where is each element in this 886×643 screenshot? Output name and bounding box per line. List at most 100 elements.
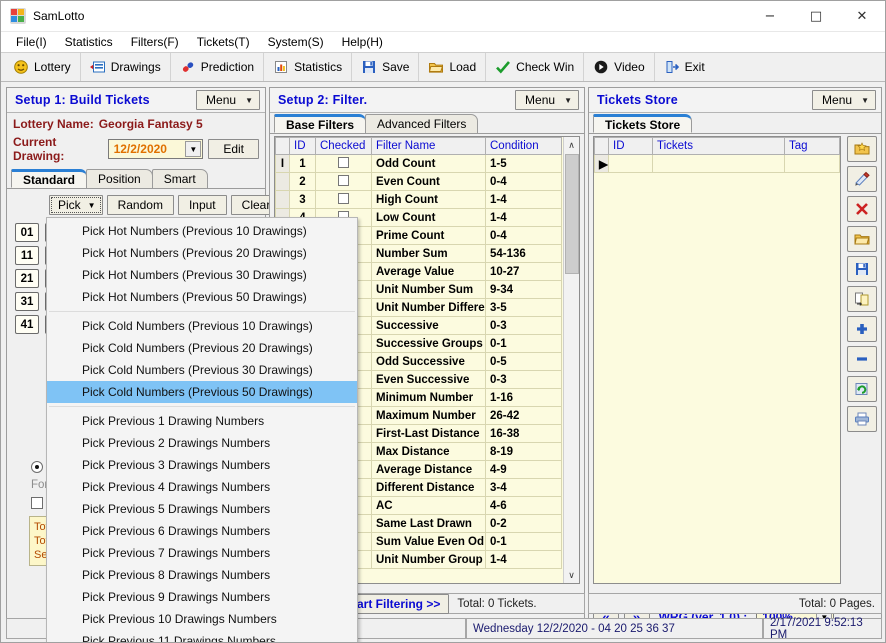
number-cell[interactable]: 41 (15, 315, 39, 334)
cell-condition[interactable]: 1-4 (485, 208, 562, 227)
col-checked-header[interactable]: Checked (315, 137, 372, 155)
cell-condition[interactable]: 0-4 (485, 172, 562, 191)
cell-condition[interactable]: 0-3 (485, 316, 562, 335)
menu-item[interactable]: Pick Hot Numbers (Previous 30 Drawings) (47, 264, 357, 286)
tab-smart[interactable]: Smart (151, 169, 208, 188)
cell-condition[interactable]: 0-5 (485, 352, 562, 371)
menu-item[interactable]: Pick Previous 3 Drawings Numbers (47, 454, 357, 476)
toolbar-prediction-button[interactable]: Prediction (171, 53, 265, 81)
menu-item[interactable]: Pick Previous 9 Drawings Numbers (47, 586, 357, 608)
toolbar-lottery-button[interactable]: Lottery (4, 53, 81, 81)
cell-condition[interactable]: 0-4 (485, 226, 562, 245)
new-ticket-icon[interactable] (847, 136, 877, 162)
tab-standard[interactable]: Standard (11, 169, 88, 188)
copy-page-icon[interactable] (847, 286, 877, 312)
number-cell[interactable]: 31 (15, 292, 39, 311)
menu-item[interactable]: Pick Cold Numbers (Previous 20 Drawings) (47, 337, 357, 359)
col-id-header[interactable]: ID (608, 137, 653, 155)
menu-system[interactable]: System(S) (259, 33, 333, 51)
menu-help[interactable]: Help(H) (333, 33, 392, 51)
cell-condition[interactable]: 3-5 (485, 298, 562, 317)
maximize-icon[interactable]: □ (793, 1, 839, 31)
cell-checked-checkbox[interactable] (315, 190, 372, 209)
menu-item[interactable]: Pick Cold Numbers (Previous 50 Drawings) (47, 381, 357, 403)
cell-condition[interactable]: 1-4 (485, 550, 562, 569)
advanced-checkbox[interactable] (31, 497, 43, 509)
cell-checked-checkbox[interactable] (315, 154, 372, 173)
minimize-icon[interactable]: − (747, 1, 793, 31)
current-drawing-select[interactable]: 12/2/2020 ▼ (107, 139, 204, 159)
cell-condition[interactable]: 4-9 (485, 460, 562, 479)
cell-condition[interactable]: 16-38 (485, 424, 562, 443)
checkbox-icon[interactable] (338, 174, 349, 186)
cell-condition[interactable]: 0-1 (485, 334, 562, 353)
tab-advanced-filters[interactable]: Advanced Filters (365, 114, 479, 133)
toolbar-statistics-button[interactable]: Statistics (264, 53, 353, 81)
table-row[interactable]: I 1 Odd Count 1-5 (275, 154, 562, 173)
save-floppy-icon[interactable] (847, 256, 877, 282)
table-row[interactable]: 3 High Count 1-4 (275, 190, 562, 209)
cell-condition[interactable]: 0-3 (485, 370, 562, 389)
menu-item[interactable]: Pick Previous 8 Drawings Numbers (47, 564, 357, 586)
cell-condition[interactable]: 1-5 (485, 154, 562, 173)
tickets-store-menu-button[interactable]: Menu ▼ (812, 90, 876, 110)
menu-file[interactable]: File(I) (7, 33, 56, 51)
number-cell[interactable]: 01 (15, 223, 39, 242)
chevron-down-icon[interactable]: ▼ (185, 141, 202, 157)
menu-item[interactable]: Pick Cold Numbers (Previous 10 Drawings) (47, 315, 357, 337)
filters-scrollbar[interactable]: ∧ ∨ (563, 137, 579, 583)
cell-condition[interactable]: 1-4 (485, 190, 562, 209)
toolbar-exit-button[interactable]: Exit (655, 53, 714, 81)
menu-filters[interactable]: Filters(F) (122, 33, 188, 51)
cell-condition[interactable]: 0-1 (485, 532, 562, 551)
cell-checked-checkbox[interactable] (315, 172, 372, 191)
row-selector-cell[interactable] (275, 190, 290, 209)
menu-item[interactable]: Pick Cold Numbers (Previous 30 Drawings) (47, 359, 357, 381)
col-id-header[interactable]: ID (289, 137, 316, 155)
menu-statistics[interactable]: Statistics (56, 33, 122, 51)
number-cell[interactable]: 21 (15, 269, 39, 288)
radio-full-icon[interactable] (31, 461, 43, 473)
menu-item[interactable]: Pick Hot Numbers (Previous 20 Drawings) (47, 242, 357, 264)
table-row[interactable]: 2 Even Count 0-4 (275, 172, 562, 191)
cell-condition[interactable]: 1-16 (485, 388, 562, 407)
cell-condition[interactable]: 3-4 (485, 478, 562, 497)
checkbox-icon[interactable] (338, 192, 349, 204)
toolbar-save-button[interactable]: Save (352, 53, 420, 81)
scroll-up-icon[interactable]: ∧ (564, 137, 580, 153)
toolbar-video-button[interactable]: Video (584, 53, 655, 81)
menu-tickets[interactable]: Tickets(T) (188, 33, 259, 51)
remove-minus-icon[interactable] (847, 346, 877, 372)
menu-item[interactable]: Pick Previous 5 Drawings Numbers (47, 498, 357, 520)
tab-base-filters[interactable]: Base Filters (274, 114, 367, 133)
col-filtername-header[interactable]: Filter Name (371, 137, 486, 155)
setup2-menu-button[interactable]: Menu ▼ (515, 90, 579, 110)
menu-item[interactable]: Pick Previous 10 Drawings Numbers (47, 608, 357, 630)
setup1-menu-button[interactable]: Menu ▼ (196, 90, 260, 110)
scroll-thumb[interactable] (564, 154, 579, 274)
menu-item[interactable]: Pick Previous 11 Drawings Numbers (47, 630, 357, 642)
menu-item[interactable]: Pick Previous 1 Drawing Numbers (47, 410, 357, 432)
col-tag-header[interactable]: Tag (784, 137, 840, 155)
add-plus-icon[interactable] (847, 316, 877, 342)
pick-button[interactable]: Pick ▼ (49, 195, 103, 215)
cell-condition[interactable]: 4-6 (485, 496, 562, 515)
cell-condition[interactable]: 0-2 (485, 514, 562, 533)
row-selector-cell[interactable] (275, 172, 290, 191)
open-folder-icon[interactable] (847, 226, 877, 252)
menu-item[interactable]: Pick Previous 6 Drawings Numbers (47, 520, 357, 542)
cell-condition[interactable]: 8-19 (485, 442, 562, 461)
pick-dropdown-menu[interactable]: Pick Hot Numbers (Previous 10 Drawings) P… (46, 217, 358, 642)
cell-condition[interactable]: 26-42 (485, 406, 562, 425)
cell-condition[interactable]: 54-136 (485, 244, 562, 263)
col-condition-header[interactable]: Condition (485, 137, 562, 155)
table-row[interactable]: ▶ (594, 154, 840, 173)
tickets-grid[interactable]: ID Tickets Tag ▶ (593, 136, 841, 584)
toolbar-check-win-button[interactable]: Check Win (486, 53, 585, 81)
checkbox-icon[interactable] (338, 156, 349, 168)
edit-drawing-button[interactable]: Edit (208, 139, 259, 159)
toolbar-drawings-button[interactable]: Drawings (81, 53, 171, 81)
menu-item[interactable]: Pick Previous 7 Drawings Numbers (47, 542, 357, 564)
edit-ticket-icon[interactable] (847, 166, 877, 192)
menu-item[interactable]: Pick Hot Numbers (Previous 10 Drawings) (47, 220, 357, 242)
